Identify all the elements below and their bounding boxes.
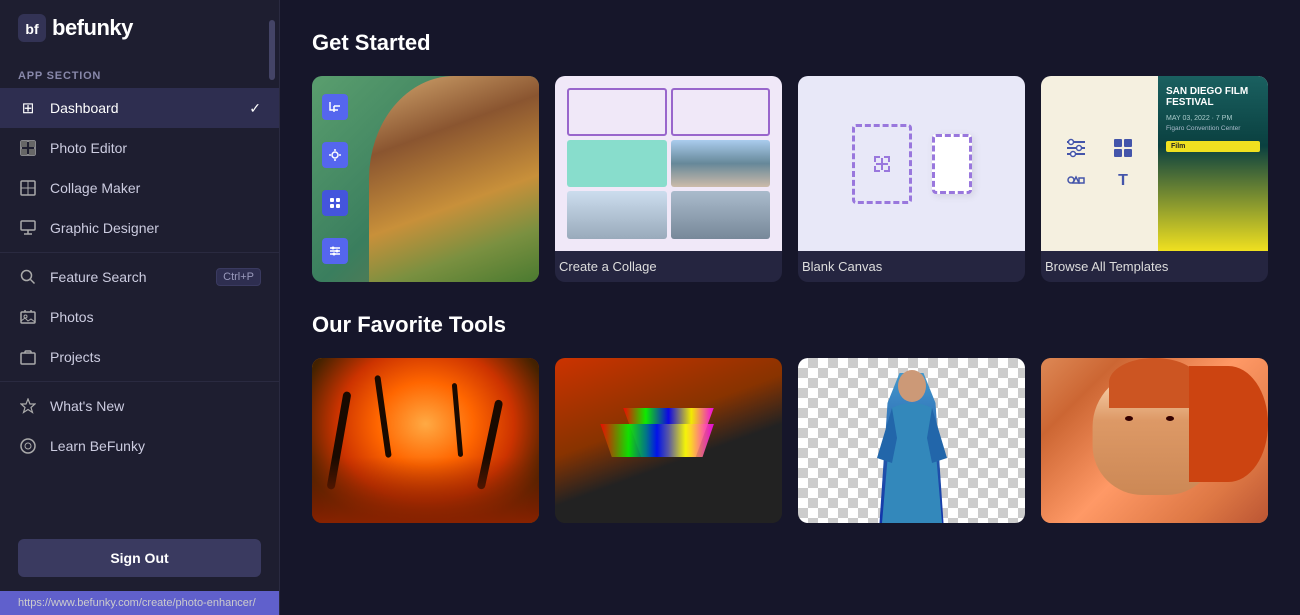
create-collage-image (555, 76, 782, 251)
sign-out-button[interactable]: Sign Out (18, 539, 261, 577)
poster-venue: Figaro Convention Center (1166, 124, 1260, 133)
sidebar-item-photo-editor[interactable]: Photo Editor (0, 128, 279, 168)
svg-text:T: T (1118, 172, 1128, 189)
get-started-title: Get Started (312, 30, 1268, 56)
sidebar-item-learn-befunky[interactable]: Learn BeFunky (0, 426, 279, 466)
photos-label: Photos (50, 309, 94, 325)
collage-row-1 (567, 88, 770, 136)
sidebar: bf befunky App Section Dashboard ✓ Photo… (0, 0, 280, 615)
brightness-tool-icon (322, 142, 348, 168)
svg-text:bf: bf (25, 21, 39, 37)
tmpl-shapes-icon (1057, 169, 1095, 191)
photo-bg (369, 76, 539, 282)
tmpl-sliders-icon (1057, 137, 1095, 159)
active-check-icon: ✓ (249, 100, 261, 117)
scroll-indicator[interactable] (269, 0, 275, 615)
learn-befunky-icon (18, 436, 38, 456)
sign-out-area: Sign Out (0, 525, 279, 591)
graphic-designer-label: Graphic Designer (50, 220, 159, 236)
templates-icons-grid: T (1041, 121, 1158, 207)
blank-page (932, 134, 972, 194)
tmpl-text-icon: T (1105, 169, 1143, 191)
blank-canvas-card[interactable]: Blank Canvas (798, 76, 1025, 282)
glitch-tool-card[interactable] (555, 358, 782, 523)
browse-templates-image: T San Diego Film Festival May 03, 2022 ·… (1041, 76, 1268, 251)
favorite-tools-title: Our Favorite Tools (312, 312, 1268, 338)
blank-shapes (798, 76, 1025, 251)
collage-row-2 (567, 140, 770, 188)
adjust-tool-icon (322, 238, 348, 264)
artsy-tool-card[interactable] (312, 358, 539, 523)
sidebar-item-photos[interactable]: Photos (0, 297, 279, 337)
create-collage-label: Create a Collage (555, 251, 782, 282)
main-content: Get Started (280, 0, 1300, 615)
feature-search-icon (18, 267, 38, 287)
collage-cell-city (671, 140, 771, 188)
poster-date: May 03, 2022 · 7 PM (1166, 114, 1260, 124)
portrait-tool-card[interactable] (1041, 358, 1268, 523)
sidebar-item-feature-search[interactable]: Feature Search Ctrl+P (0, 257, 279, 297)
feature-search-shortcut: Ctrl+P (216, 268, 261, 286)
cutout-tool-card[interactable] (798, 358, 1025, 523)
scroll-thumb (269, 20, 275, 80)
crop-tool-icon (322, 94, 348, 120)
dashboard-icon (18, 98, 38, 118)
nav-divider-1 (0, 252, 279, 253)
browse-templates-card[interactable]: T San Diego Film Festival May 03, 2022 ·… (1041, 76, 1268, 282)
cutout-tool-image (798, 358, 1025, 523)
glitch-tool-image (555, 358, 782, 523)
portrait-tool-image (1041, 358, 1268, 523)
photo-person (369, 76, 539, 282)
collage-cell-teal (567, 140, 667, 188)
effects-tool-icon (322, 190, 348, 216)
poster-badge: Film (1166, 141, 1260, 152)
app-name: befunky (52, 15, 133, 40)
poster-title: San Diego Film Festival (1166, 86, 1260, 108)
feature-search-label: Feature Search (50, 269, 147, 285)
nav-divider-2 (0, 381, 279, 382)
glitch-strip (600, 424, 714, 457)
blank-shape-1 (852, 124, 912, 204)
dashboard-label: Dashboard (50, 100, 119, 116)
blank-plus-icon (874, 156, 890, 172)
projects-icon (18, 347, 38, 367)
tmpl-layout-icon (1105, 137, 1143, 159)
get-started-cards: Edit a Photo Create a Collage (312, 76, 1268, 282)
app-section-label: App Section (0, 56, 279, 88)
collage-cell-2 (671, 88, 771, 136)
learn-befunky-label: Learn BeFunky (50, 438, 145, 454)
photo-editor-icon (18, 138, 38, 158)
blank-canvas-label: Blank Canvas (798, 251, 1025, 282)
templates-poster: San Diego Film Festival May 03, 2022 · 7… (1158, 76, 1268, 251)
collage-maker-label: Collage Maker (50, 180, 140, 196)
edit-photo-card[interactable]: Edit a Photo (312, 76, 539, 282)
collage-cell-street (671, 191, 771, 239)
blank-canvas-image (798, 76, 1025, 251)
sidebar-item-dashboard[interactable]: Dashboard ✓ (0, 88, 279, 128)
collage-maker-icon (18, 178, 38, 198)
logo-text: befunky (52, 15, 133, 41)
graphic-designer-icon (18, 218, 38, 238)
status-bar: https://www.befunky.com/create/photo-enh… (0, 591, 279, 615)
sidebar-item-projects[interactable]: Projects (0, 337, 279, 377)
photos-icon (18, 307, 38, 327)
whats-new-icon (18, 396, 38, 416)
pe-tool-icons (322, 94, 348, 264)
sidebar-item-whats-new[interactable]: What's New (0, 386, 279, 426)
logo-area[interactable]: bf befunky (0, 0, 279, 56)
browse-templates-label: Browse All Templates (1041, 251, 1268, 282)
artsy-tool-image (312, 358, 539, 523)
create-collage-card[interactable]: Create a Collage (555, 76, 782, 282)
sidebar-item-collage-maker[interactable]: Collage Maker (0, 168, 279, 208)
photo-editor-label: Photo Editor (50, 140, 127, 156)
sidebar-item-graphic-designer[interactable]: Graphic Designer (0, 208, 279, 248)
favorite-tools-cards (312, 358, 1268, 523)
collage-cell-building (567, 191, 667, 239)
edit-photo-image (312, 76, 539, 282)
collage-row-3 (567, 191, 770, 239)
collage-cell-1 (567, 88, 667, 136)
projects-label: Projects (50, 349, 101, 365)
logo-icon: bf (18, 14, 46, 42)
whats-new-label: What's New (50, 398, 124, 414)
